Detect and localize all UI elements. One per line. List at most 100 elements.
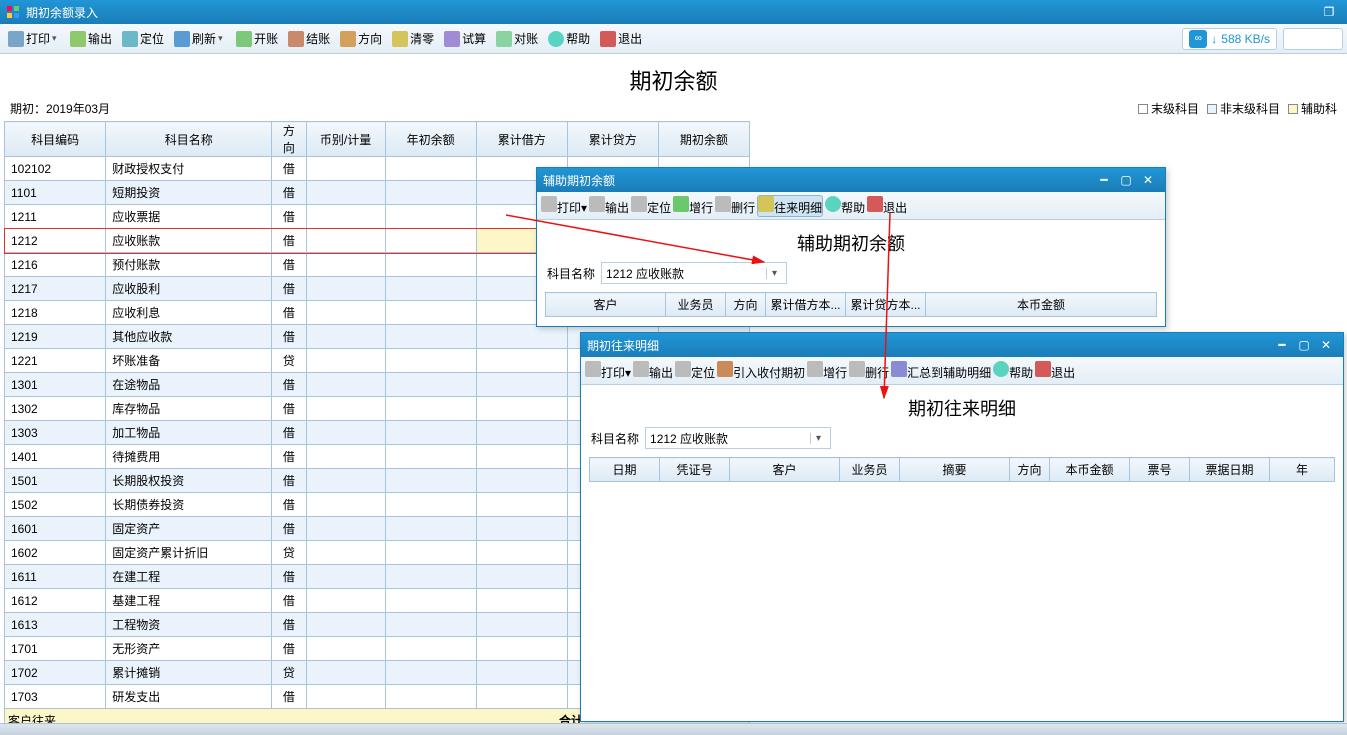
table-cell[interactable]: 贷 xyxy=(272,661,306,685)
table-cell[interactable] xyxy=(306,493,385,517)
table-cell[interactable]: 102102 xyxy=(5,157,106,181)
clear-button[interactable]: 清零 xyxy=(388,27,438,51)
table-cell[interactable]: 固定资产 xyxy=(106,517,272,541)
aux-col-cust[interactable]: 客户 xyxy=(546,293,666,317)
table-cell[interactable]: 1611 xyxy=(5,565,106,589)
table-cell[interactable]: 基建工程 xyxy=(106,589,272,613)
table-cell[interactable]: 借 xyxy=(272,637,306,661)
table-cell[interactable] xyxy=(476,349,567,373)
table-cell[interactable]: 加工物品 xyxy=(106,421,272,445)
table-cell[interactable]: 1221 xyxy=(5,349,106,373)
table-cell[interactable]: 其他应收款 xyxy=(106,325,272,349)
detail-title-bar[interactable]: 期初往来明细 ━ ▢ ✕ xyxy=(581,333,1343,357)
table-cell[interactable] xyxy=(306,469,385,493)
detail-col-date[interactable]: 日期 xyxy=(590,458,660,482)
detail-import-button[interactable]: 引入收付期初 xyxy=(717,361,805,381)
table-cell[interactable]: 累计摊销 xyxy=(106,661,272,685)
table-cell[interactable] xyxy=(476,469,567,493)
table-cell[interactable]: 贷 xyxy=(272,541,306,565)
table-cell[interactable] xyxy=(476,397,567,421)
table-cell[interactable] xyxy=(476,421,567,445)
table-cell[interactable] xyxy=(476,565,567,589)
minimize-button[interactable]: ━ xyxy=(1271,338,1293,352)
table-cell[interactable] xyxy=(306,253,385,277)
maximize-button[interactable]: ▢ xyxy=(1115,173,1137,187)
table-cell[interactable]: 坏账准备 xyxy=(106,349,272,373)
chevron-down-icon[interactable]: ▾ xyxy=(766,268,782,279)
table-cell[interactable]: 1211 xyxy=(5,205,106,229)
table-cell[interactable]: 1701 xyxy=(5,637,106,661)
table-cell[interactable]: 借 xyxy=(272,181,306,205)
aux-addrow-button[interactable]: 增行 xyxy=(673,196,713,216)
table-cell[interactable] xyxy=(306,565,385,589)
aux-detail-button[interactable]: 往来明细 xyxy=(757,195,823,217)
table-cell[interactable]: 1219 xyxy=(5,325,106,349)
table-cell[interactable] xyxy=(306,373,385,397)
table-cell[interactable] xyxy=(306,541,385,565)
table-cell[interactable]: 长期债券投资 xyxy=(106,493,272,517)
table-cell[interactable]: 借 xyxy=(272,493,306,517)
table-cell[interactable]: 借 xyxy=(272,589,306,613)
table-cell[interactable] xyxy=(306,301,385,325)
table-cell[interactable]: 固定资产累计折旧 xyxy=(106,541,272,565)
table-cell[interactable]: 1612 xyxy=(5,589,106,613)
table-cell[interactable] xyxy=(476,589,567,613)
table-cell[interactable]: 借 xyxy=(272,277,306,301)
table-cell[interactable]: 1303 xyxy=(5,421,106,445)
detail-addrow-button[interactable]: 增行 xyxy=(807,361,847,381)
table-cell[interactable]: 1602 xyxy=(5,541,106,565)
close-button[interactable]: ✕ xyxy=(1315,338,1337,352)
col-debit[interactable]: 累计借方 xyxy=(476,122,567,157)
table-cell[interactable]: 借 xyxy=(272,421,306,445)
table-cell[interactable]: 1703 xyxy=(5,685,106,709)
table-cell[interactable]: 借 xyxy=(272,397,306,421)
table-cell[interactable]: 应收股利 xyxy=(106,277,272,301)
table-cell[interactable]: 1216 xyxy=(5,253,106,277)
table-cell[interactable] xyxy=(385,589,476,613)
aux-subject-combo[interactable]: 1212 应收账款 ▾ xyxy=(601,262,787,284)
table-cell[interactable] xyxy=(306,157,385,181)
table-cell[interactable] xyxy=(385,637,476,661)
table-cell[interactable] xyxy=(476,373,567,397)
table-cell[interactable] xyxy=(306,205,385,229)
detail-col-amt[interactable]: 本币金额 xyxy=(1050,458,1130,482)
detail-exit-button[interactable]: 退出 xyxy=(1035,361,1075,381)
table-cell[interactable]: 借 xyxy=(272,517,306,541)
col-name[interactable]: 科目名称 xyxy=(106,122,272,157)
detail-locate-button[interactable]: 定位 xyxy=(675,361,715,381)
table-cell[interactable] xyxy=(476,445,567,469)
table-cell[interactable]: 借 xyxy=(272,373,306,397)
table-cell[interactable] xyxy=(385,229,476,253)
table-cell[interactable] xyxy=(385,469,476,493)
table-cell[interactable] xyxy=(385,517,476,541)
detail-export-button[interactable]: 输出 xyxy=(633,361,673,381)
table-cell[interactable] xyxy=(476,517,567,541)
detail-col-billno[interactable]: 票号 xyxy=(1130,458,1190,482)
detail-col-voucher[interactable]: 凭证号 xyxy=(660,458,730,482)
aux-col-sales[interactable]: 业务员 xyxy=(666,293,726,317)
table-cell[interactable]: 在途物品 xyxy=(106,373,272,397)
table-cell[interactable]: 库存物品 xyxy=(106,397,272,421)
table-cell[interactable]: 借 xyxy=(272,157,306,181)
locate-button[interactable]: 定位 xyxy=(118,27,168,51)
aux-locate-button[interactable]: 定位 xyxy=(631,196,671,216)
table-cell[interactable] xyxy=(306,229,385,253)
table-cell[interactable] xyxy=(385,565,476,589)
minimize-button[interactable]: ━ xyxy=(1093,173,1115,187)
table-cell[interactable] xyxy=(476,637,567,661)
aux-title-bar[interactable]: 辅助期初余额 ━ ▢ ✕ xyxy=(537,168,1165,192)
table-cell[interactable]: 预付账款 xyxy=(106,253,272,277)
table-cell[interactable]: 研发支出 xyxy=(106,685,272,709)
close-button[interactable]: ✕ xyxy=(1137,173,1159,187)
detail-col-sales[interactable]: 业务员 xyxy=(840,458,900,482)
detail-subject-combo[interactable]: 1212 应收账款 ▾ xyxy=(645,427,831,449)
aux-col-credit[interactable]: 累计贷方本... xyxy=(846,293,926,317)
table-cell[interactable] xyxy=(476,493,567,517)
table-cell[interactable] xyxy=(385,421,476,445)
table-cell[interactable] xyxy=(385,661,476,685)
table-cell[interactable] xyxy=(476,613,567,637)
table-cell[interactable]: 借 xyxy=(272,253,306,277)
aux-col-dir[interactable]: 方向 xyxy=(726,293,766,317)
table-cell[interactable]: 1502 xyxy=(5,493,106,517)
dropdown-icon[interactable]: ▾ xyxy=(218,33,226,44)
